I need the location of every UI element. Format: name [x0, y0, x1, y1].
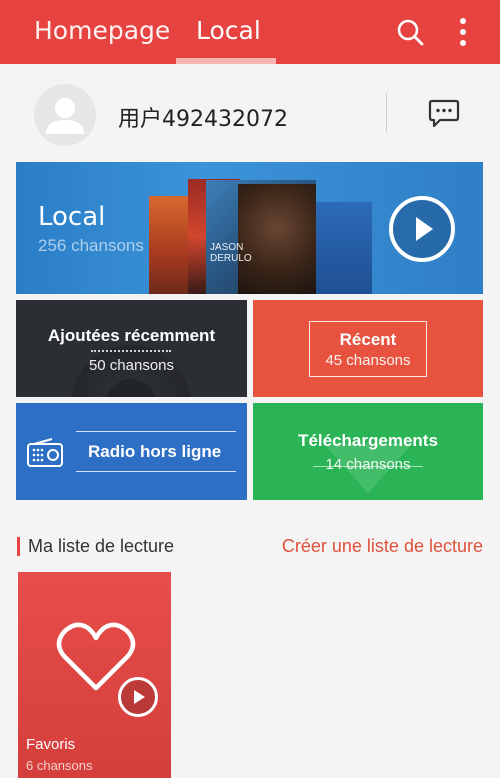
playlist-section-title: Ma liste de lecture [28, 536, 175, 556]
recently-added-tile[interactable]: Ajoutées récemment 50 chansons [16, 300, 247, 397]
avatar-placeholder-icon [46, 98, 84, 134]
recently-added-title: Ajoutées récemment [47, 326, 216, 345]
tab-homepage[interactable]: Homepage [34, 16, 170, 45]
username: 用户492432072 [118, 107, 288, 132]
downloads-line [313, 466, 423, 467]
recent-tile[interactable]: Récent 45 chansons [253, 300, 483, 397]
play-icon [134, 690, 145, 704]
local-title: Local [38, 202, 106, 232]
play-all-button[interactable] [389, 196, 455, 262]
more-vertical-icon[interactable] [452, 16, 474, 48]
chat-icon[interactable] [428, 98, 460, 128]
downloads-title: Téléchargements [298, 431, 438, 450]
radio-line-top [76, 431, 236, 432]
favorites-play-button[interactable] [118, 677, 158, 717]
recently-added-count: 50 chansons [88, 357, 175, 374]
radio-icon [27, 438, 63, 467]
favorites-name: Favoris [26, 736, 76, 753]
radio-line-bottom [76, 471, 236, 472]
search-icon[interactable] [396, 18, 424, 46]
downloads-count: 14 chansons [325, 456, 411, 473]
create-playlist-link[interactable]: Créer une liste de lecture [282, 536, 483, 557]
local-music-card[interactable]: JASON DERULO Local 256 chansons [16, 162, 483, 294]
section-accent-bar [17, 537, 20, 556]
album-portrait [238, 184, 316, 294]
tab-local[interactable]: Local [196, 16, 261, 45]
playlist-card-favorites[interactable]: Favoris 6 chansons [18, 572, 171, 778]
play-icon [416, 217, 433, 241]
dotted-divider [91, 350, 171, 352]
avatar[interactable] [34, 84, 96, 146]
favorites-count: 6 chansons [26, 758, 93, 773]
album-text: JASON DERULO [210, 242, 252, 264]
album-art-1 [149, 196, 189, 294]
top-app-bar: Homepage Local [0, 0, 500, 64]
album-art-4 [316, 202, 372, 294]
recent-title: Récent [339, 330, 397, 349]
offline-radio-title: Radio hors ligne [88, 442, 222, 461]
recent-count: 45 chansons [325, 352, 411, 369]
offline-radio-tile[interactable]: Radio hors ligne [16, 403, 247, 500]
divider [386, 93, 387, 133]
downloads-tile[interactable]: Téléchargements 14 chansons [253, 403, 483, 500]
local-song-count: 256 chansons [38, 236, 144, 255]
